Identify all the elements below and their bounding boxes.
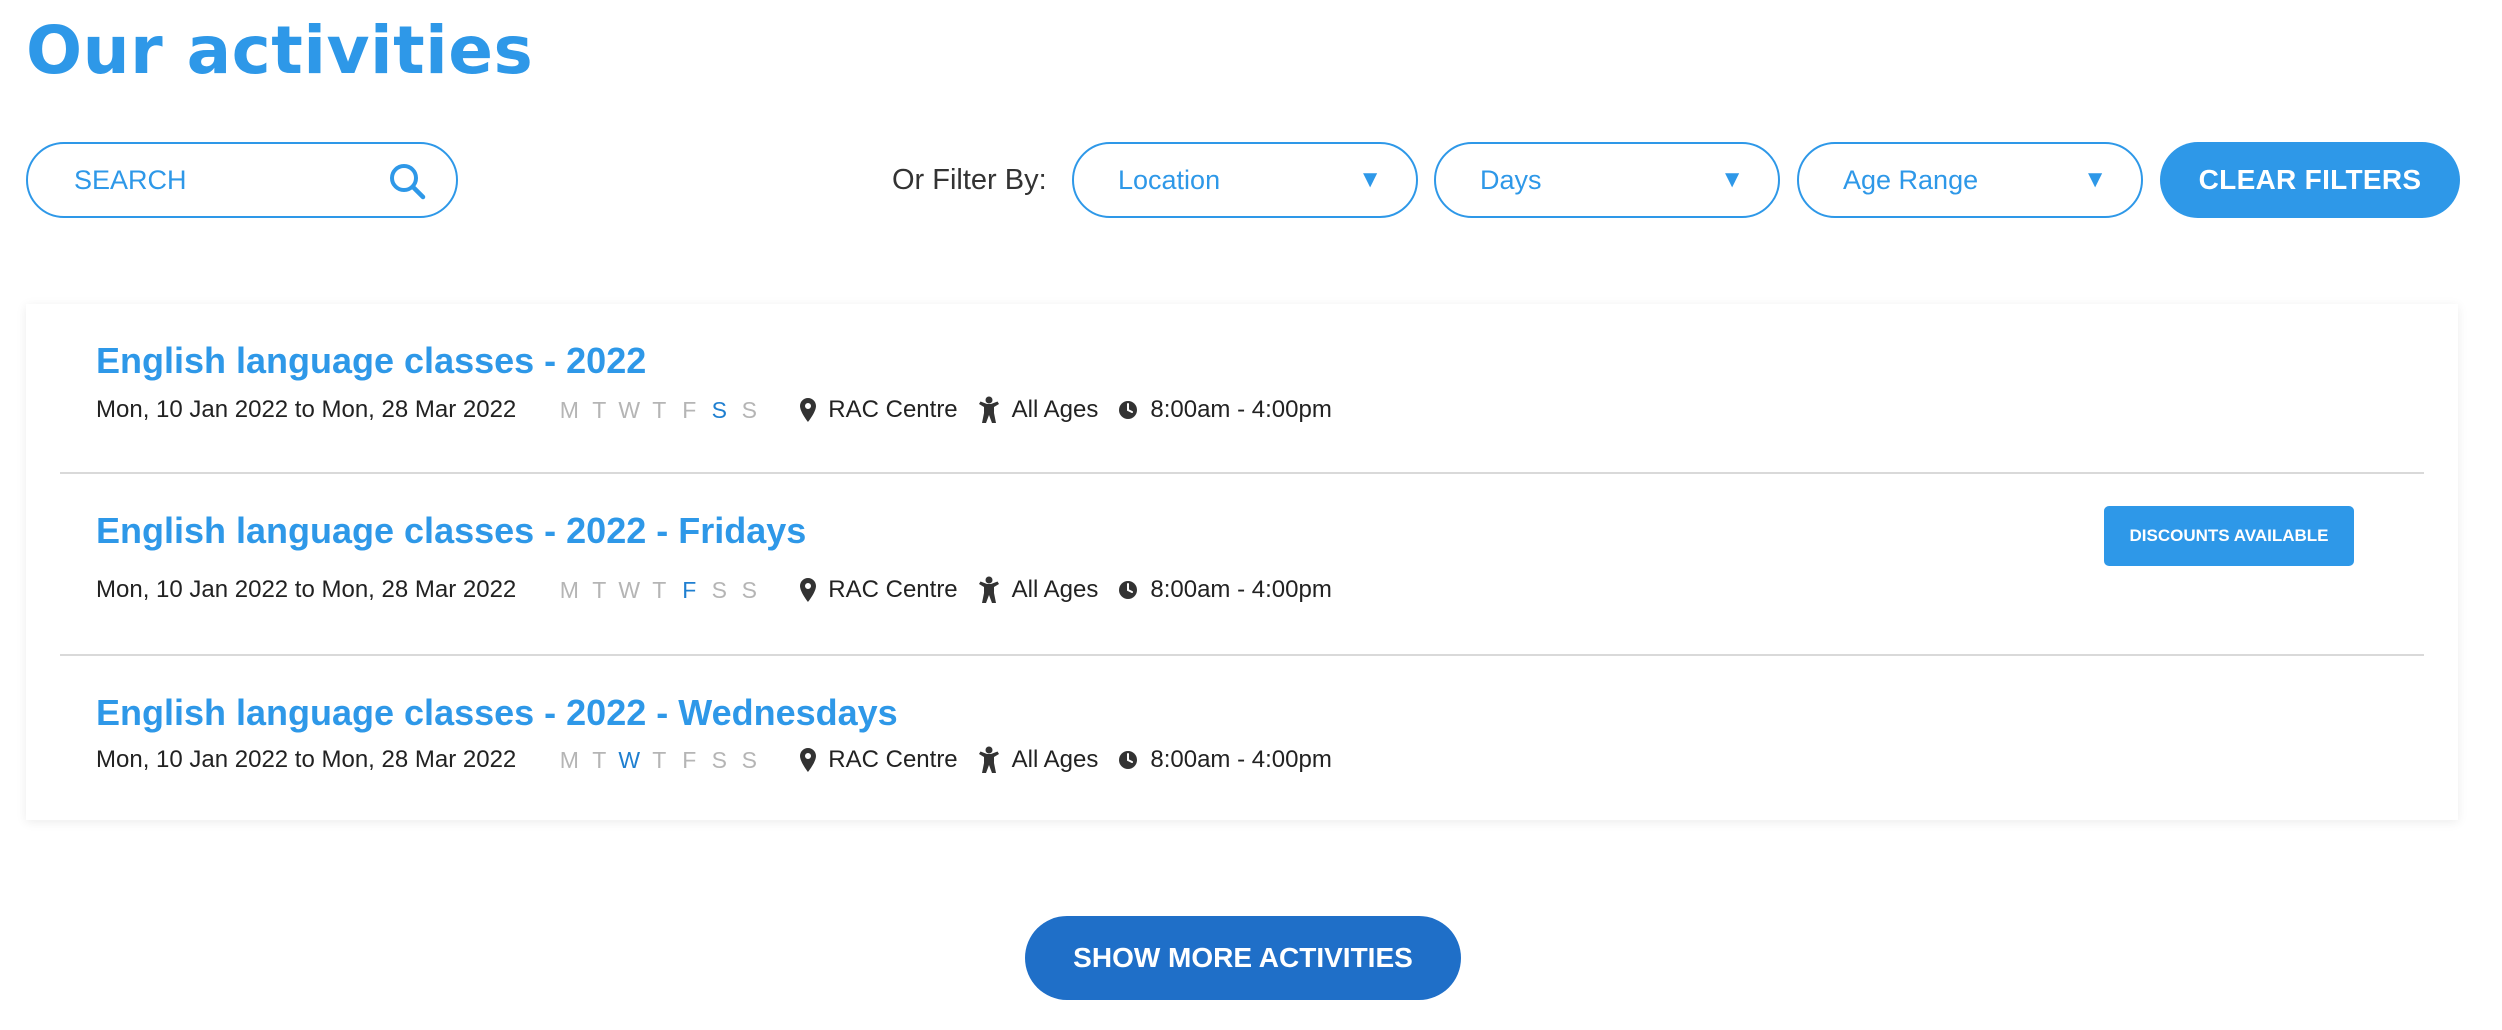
day-tue: T bbox=[592, 396, 607, 423]
day-sun: S bbox=[741, 746, 757, 773]
day-wed: W bbox=[618, 746, 641, 773]
clock-icon bbox=[1119, 581, 1138, 599]
day-sun: S bbox=[741, 576, 757, 603]
clock-icon bbox=[1119, 751, 1138, 769]
location-pin-icon bbox=[800, 748, 817, 772]
activity-title-link[interactable]: English language classes - 2022 - Friday… bbox=[96, 510, 806, 552]
location-filter-label: Location bbox=[1118, 164, 1221, 195]
search-input[interactable] bbox=[72, 163, 376, 197]
chevron-down-icon: ▼ bbox=[1720, 166, 1744, 193]
activity-meta: Mon, 10 Jan 2022 to Mon, 28 Mar 2022 M T… bbox=[96, 746, 1332, 774]
activity-ages: All Ages bbox=[1011, 576, 1099, 603]
day-sat: S bbox=[711, 576, 727, 603]
person-icon bbox=[978, 576, 999, 603]
age-range-filter[interactable]: Age Range ▼ bbox=[1797, 142, 2143, 218]
day-sat: S bbox=[711, 746, 727, 773]
activity-meta: Mon, 10 Jan 2022 to Mon, 28 Mar 2022 M T… bbox=[96, 396, 1332, 424]
activity-dates: Mon, 10 Jan 2022 to Mon, 28 Mar 2022 bbox=[96, 746, 517, 773]
search-box[interactable] bbox=[26, 142, 458, 218]
day-fri: F bbox=[682, 396, 697, 423]
filter-label: Or Filter By: bbox=[892, 164, 1047, 196]
clock-icon bbox=[1119, 401, 1138, 419]
activity-ages: All Ages bbox=[1011, 396, 1099, 423]
activity-ages: All Ages bbox=[1011, 746, 1099, 773]
search-icon[interactable] bbox=[388, 162, 426, 200]
discounts-available-badge[interactable]: DISCOUNTS AVAILABLE bbox=[2104, 506, 2354, 566]
day-thu: T bbox=[652, 746, 667, 773]
day-sat: S bbox=[711, 396, 727, 423]
day-mon: M bbox=[559, 746, 579, 773]
day-mon: M bbox=[559, 576, 579, 603]
days-filter-label: Days bbox=[1480, 164, 1542, 195]
chevron-down-icon: ▼ bbox=[2083, 166, 2107, 193]
day-thu: T bbox=[652, 576, 667, 603]
location-pin-icon bbox=[800, 398, 817, 422]
activity-time: 8:00am - 4:00pm bbox=[1150, 576, 1332, 603]
page-title: Our activities bbox=[26, 12, 534, 89]
day-tue: T bbox=[592, 576, 607, 603]
day-mon: M bbox=[559, 396, 579, 423]
day-sun: S bbox=[741, 396, 757, 423]
activity-location: RAC Centre bbox=[828, 576, 958, 603]
location-pin-icon bbox=[800, 578, 817, 602]
activity-location: RAC Centre bbox=[828, 396, 958, 423]
activity-dates: Mon, 10 Jan 2022 to Mon, 28 Mar 2022 bbox=[96, 396, 517, 423]
day-wed: W bbox=[618, 396, 641, 423]
weekday-indicator: M T W T F S S bbox=[554, 577, 764, 604]
day-tue: T bbox=[592, 746, 607, 773]
activity-meta: Mon, 10 Jan 2022 to Mon, 28 Mar 2022 M T… bbox=[96, 576, 1332, 604]
day-fri: F bbox=[682, 746, 697, 773]
activity-time: 8:00am - 4:00pm bbox=[1150, 746, 1332, 773]
day-fri: F bbox=[682, 576, 697, 603]
location-filter[interactable]: Location ▼ bbox=[1072, 142, 1418, 218]
age-range-filter-label: Age Range bbox=[1843, 164, 1979, 195]
activity-title-link[interactable]: English language classes - 2022 bbox=[96, 340, 646, 382]
weekday-indicator: M T W T F S S bbox=[554, 747, 764, 774]
weekday-indicator: M T W T F S S bbox=[554, 397, 764, 424]
activity-time: 8:00am - 4:00pm bbox=[1150, 396, 1332, 423]
divider bbox=[60, 654, 2424, 656]
show-more-activities-button[interactable]: SHOW MORE ACTIVITIES bbox=[1025, 916, 1461, 1000]
divider bbox=[60, 472, 2424, 474]
person-icon bbox=[978, 396, 999, 423]
activity-list: English language classes - 2022 Mon, 10 … bbox=[26, 304, 2458, 820]
person-icon bbox=[978, 746, 999, 773]
days-filter[interactable]: Days ▼ bbox=[1434, 142, 1780, 218]
clear-filters-button[interactable]: CLEAR FILTERS bbox=[2160, 142, 2460, 218]
chevron-down-icon: ▼ bbox=[1358, 166, 1382, 193]
activity-location: RAC Centre bbox=[828, 746, 958, 773]
day-thu: T bbox=[652, 396, 667, 423]
activity-dates: Mon, 10 Jan 2022 to Mon, 28 Mar 2022 bbox=[96, 576, 517, 603]
activity-title-link[interactable]: English language classes - 2022 - Wednes… bbox=[96, 692, 898, 734]
day-wed: W bbox=[618, 576, 641, 603]
